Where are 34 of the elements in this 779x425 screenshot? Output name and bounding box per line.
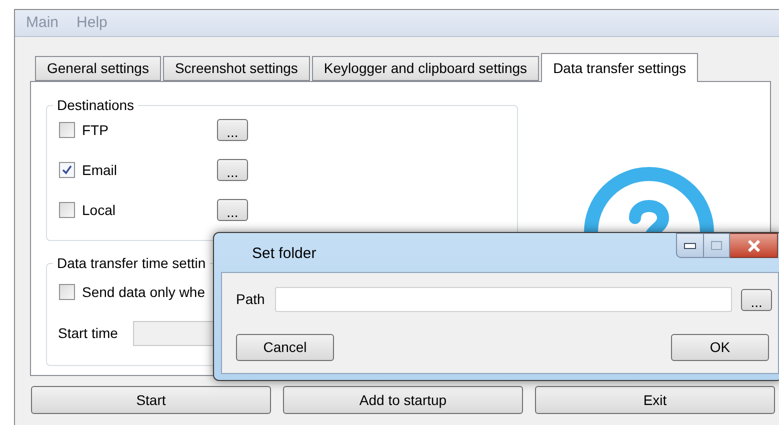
checkbox-label: Email bbox=[82, 160, 118, 180]
tab[interactable]: Keylogger and clipboard settings bbox=[312, 56, 540, 81]
close-icon bbox=[746, 240, 760, 252]
tab[interactable]: Screenshot settings bbox=[162, 56, 310, 81]
path-field[interactable] bbox=[274, 287, 732, 312]
browse-button[interactable]: ... bbox=[217, 159, 248, 181]
checkbox[interactable] bbox=[59, 202, 75, 218]
minimize-icon bbox=[684, 242, 696, 248]
group-title: Data transfer time settin bbox=[53, 255, 210, 271]
dialog-button[interactable]: Cancel bbox=[236, 334, 334, 361]
browse-button[interactable]: ... bbox=[217, 119, 248, 141]
checkbox[interactable] bbox=[59, 162, 75, 178]
browse-button[interactable]: ... bbox=[217, 199, 248, 221]
checkbox-label: Local bbox=[82, 200, 116, 220]
browse-button[interactable]: ... bbox=[741, 288, 772, 310]
action-button[interactable]: Add to startup bbox=[283, 386, 523, 414]
action-button[interactable]: Exit bbox=[535, 386, 775, 414]
question-mark-icon bbox=[583, 166, 715, 232]
minimize-button[interactable] bbox=[676, 233, 704, 258]
checkbox-label: FTP bbox=[82, 120, 110, 140]
checkmark-icon bbox=[62, 165, 72, 175]
checkbox-label: Send data only whe bbox=[82, 282, 205, 302]
group-title: Destinations bbox=[53, 97, 138, 113]
checkbox[interactable] bbox=[59, 284, 75, 300]
maximize-icon bbox=[711, 241, 722, 250]
tab[interactable]: Data transfer settings bbox=[541, 53, 698, 82]
dialog-button[interactable]: OK bbox=[671, 334, 769, 361]
field-label: Start time bbox=[58, 324, 119, 343]
tab[interactable]: General settings bbox=[35, 56, 161, 81]
close-button[interactable] bbox=[730, 233, 778, 258]
dialog-title: Set folder bbox=[252, 244, 316, 264]
checkbox[interactable] bbox=[59, 122, 75, 138]
field-label: Path bbox=[236, 290, 266, 309]
action-button[interactable]: Start bbox=[31, 386, 271, 414]
